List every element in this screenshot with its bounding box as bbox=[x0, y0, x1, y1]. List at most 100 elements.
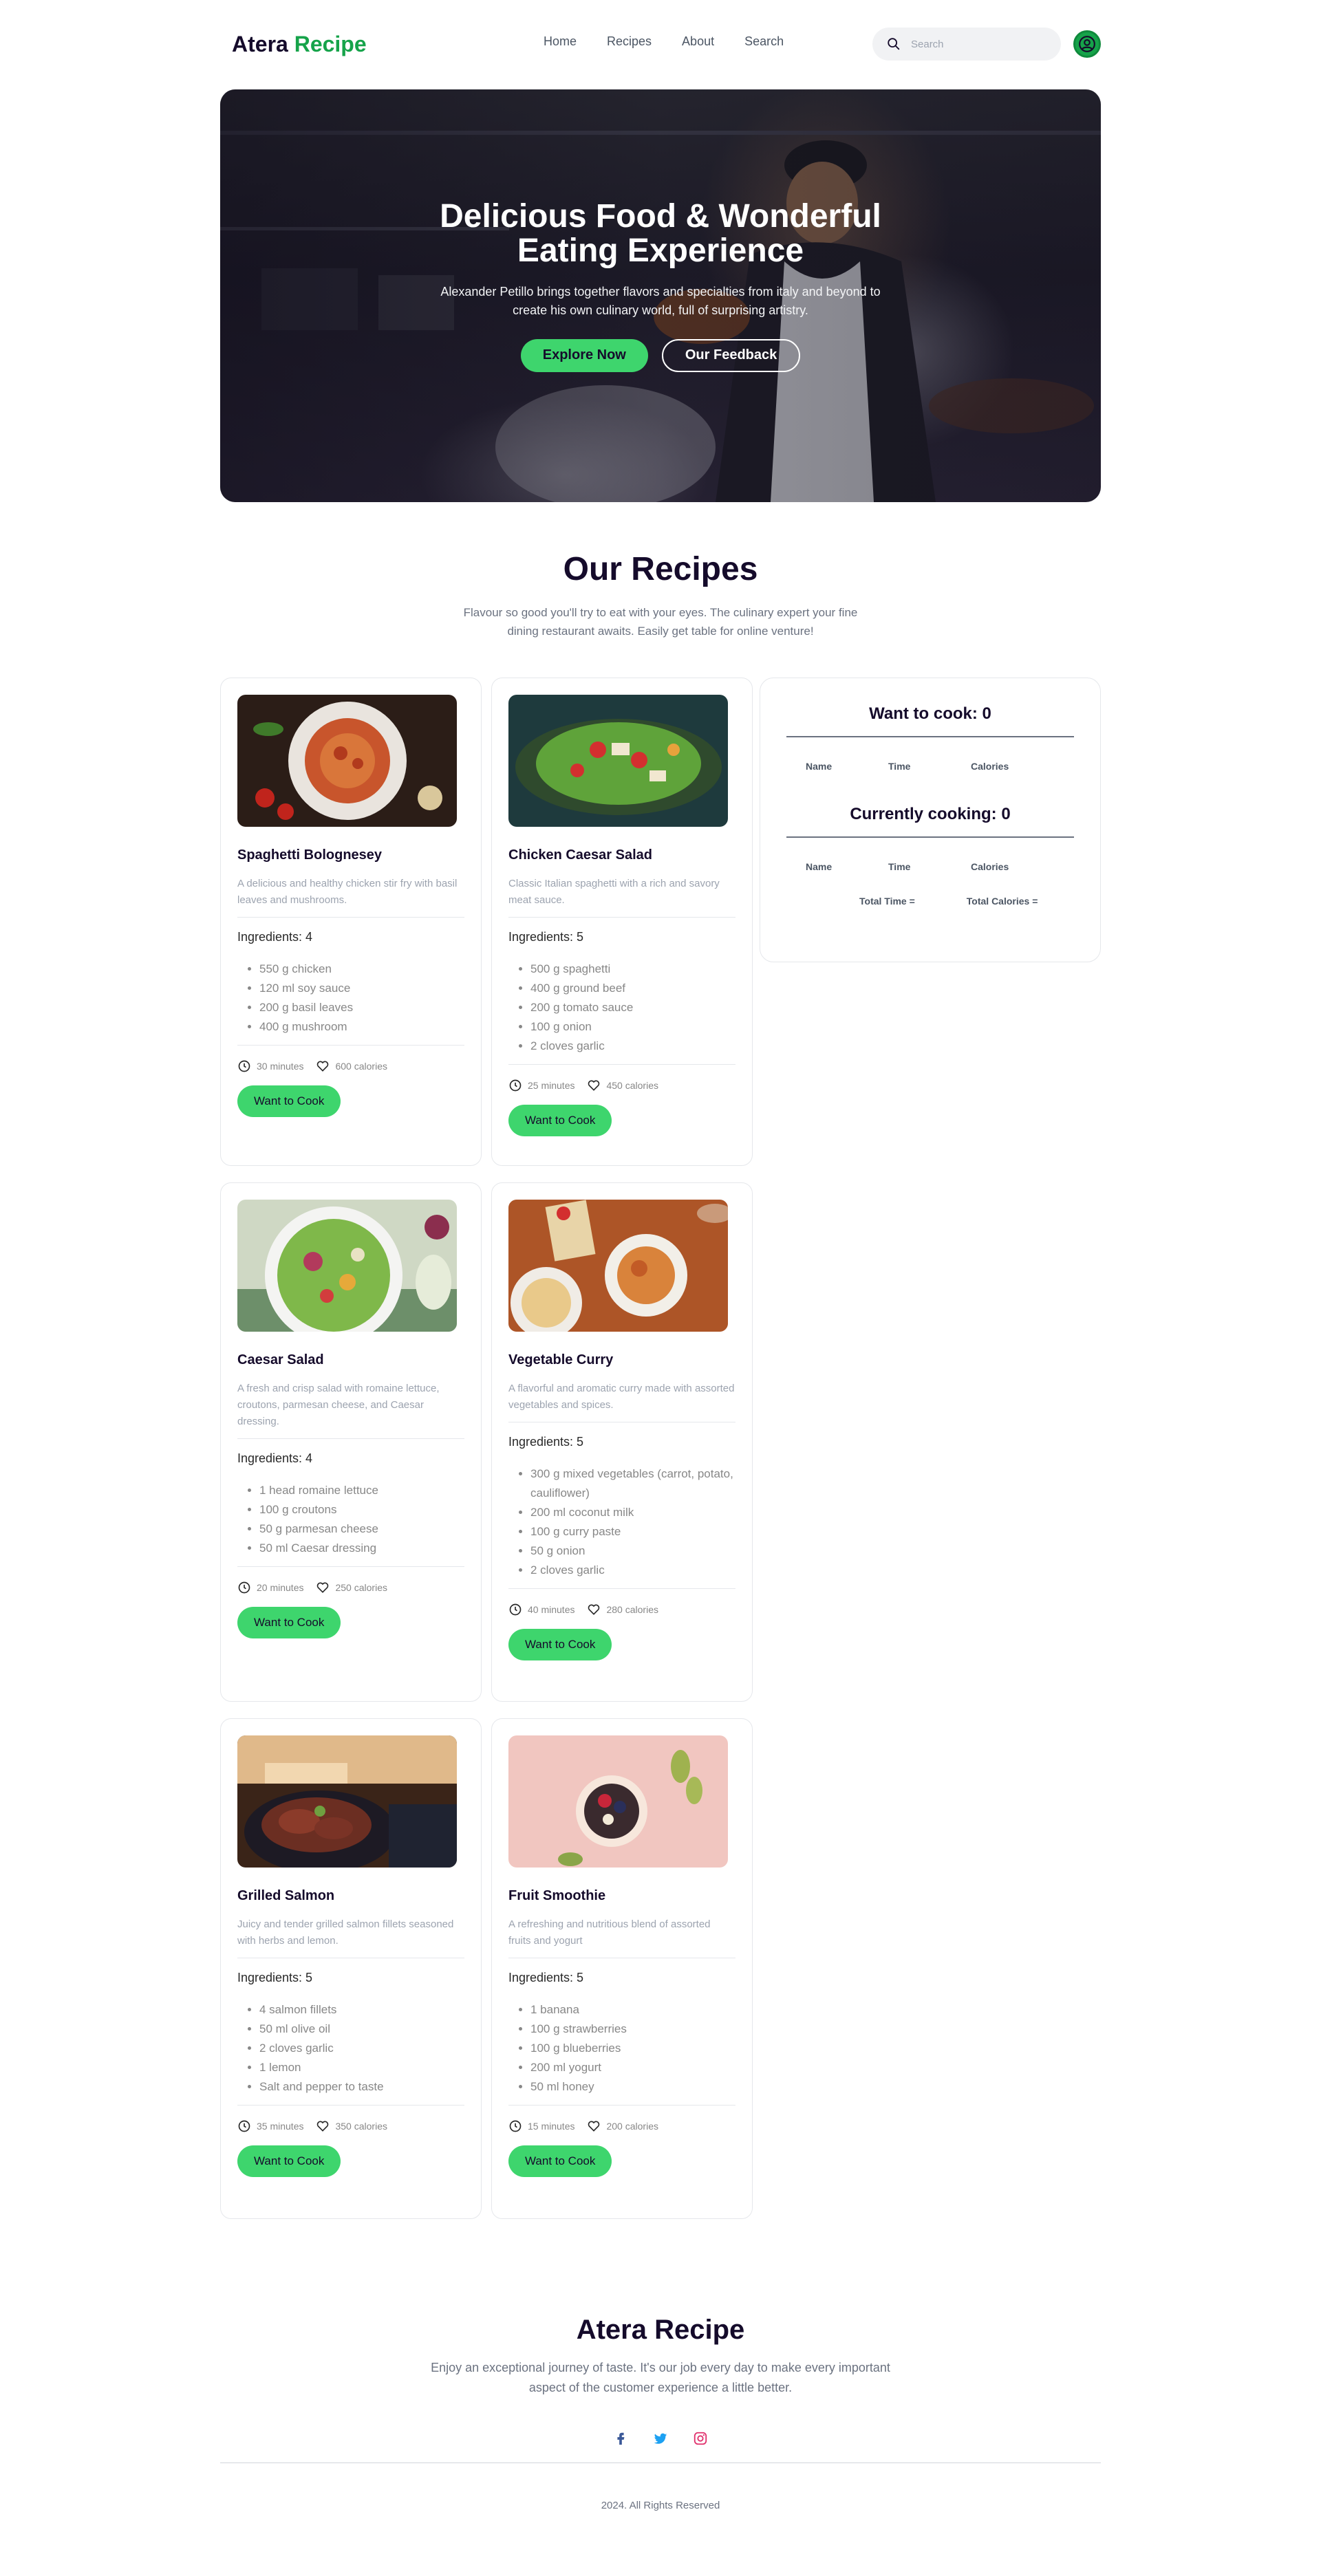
user-avatar[interactable] bbox=[1073, 30, 1101, 58]
recipe-card: Spaghetti Bolognesey A delicious and hea… bbox=[220, 678, 482, 1166]
recipe-time: 15 minutes bbox=[508, 2119, 574, 2133]
recipes-title: Our Recipes bbox=[563, 551, 758, 587]
ingredients-count: Ingredients: 5 bbox=[237, 1971, 313, 1984]
ingredient-item: 400 g ground beef bbox=[530, 979, 735, 998]
col-name: Name bbox=[806, 761, 833, 772]
footer-text: Enjoy an exceptional journey of taste. I… bbox=[431, 2361, 890, 2394]
recipe-description: A refreshing and nutritious blend of ass… bbox=[508, 1916, 735, 1958]
total-calories: Total Calories = bbox=[966, 896, 1038, 907]
recipe-description: A fresh and crisp salad with romaine let… bbox=[237, 1381, 464, 1439]
ingredients-list: 550 g chicken 120 ml soy sauce 200 g bas… bbox=[237, 960, 464, 1046]
ingredient-item: 1 banana bbox=[530, 2000, 735, 2020]
ingredient-item: 550 g chicken bbox=[259, 960, 464, 979]
recipe-calories-text: 450 calories bbox=[606, 1080, 658, 1091]
ingredient-item: 200 g basil leaves bbox=[259, 998, 464, 1017]
ingredient-item: 50 ml honey bbox=[530, 2077, 735, 2097]
recipe-calories-text: 250 calories bbox=[335, 1582, 387, 1593]
copyright-text: 2024. All Rights Reserved bbox=[601, 2499, 720, 2511]
ingredient-item: 50 g parmesan cheese bbox=[259, 1519, 464, 1539]
recipe-meta: 35 minutes 350 calories bbox=[237, 2119, 464, 2133]
ingredient-item: 100 g curry paste bbox=[530, 1522, 735, 1541]
recipe-description: Juicy and tender grilled salmon fillets … bbox=[237, 1916, 464, 1958]
recipe-calories: 600 calories bbox=[316, 1059, 387, 1073]
ingredient-item: 2 cloves garlic bbox=[530, 1037, 735, 1056]
ingredients-list: 1 head romaine lettuce 100 g croutons 50… bbox=[237, 1481, 464, 1567]
instagram-icon[interactable] bbox=[693, 2431, 708, 2446]
ingredients-count: Ingredients: 4 bbox=[237, 1451, 313, 1465]
heart-icon bbox=[588, 2121, 600, 2132]
want-to-cook-button[interactable]: Want to Cook bbox=[508, 1105, 612, 1136]
recipe-calories: 200 calories bbox=[587, 2119, 658, 2133]
nav-right bbox=[872, 28, 1101, 61]
recipe-title: Grilled Salmon bbox=[237, 1888, 335, 1903]
recipe-image bbox=[237, 695, 457, 827]
want-to-cook-button[interactable]: Want to Cook bbox=[237, 1607, 341, 1638]
nav-link-about[interactable]: About bbox=[682, 34, 714, 49]
ingredients-list: 500 g spaghetti 400 g ground beef 200 g … bbox=[508, 960, 735, 1065]
recipes-section-header: Our Recipes Flavour so good you'll try t… bbox=[220, 550, 1101, 640]
want-to-cook-button[interactable]: Want to Cook bbox=[237, 1085, 341, 1117]
recipe-title: Caesar Salad bbox=[237, 1352, 324, 1367]
recipe-meta: 30 minutes 600 calories bbox=[237, 1059, 464, 1073]
recipe-description: A flavorful and aromatic curry made with… bbox=[508, 1381, 735, 1422]
explore-now-button[interactable]: Explore Now bbox=[520, 338, 648, 372]
ingredient-item: 200 g tomato sauce bbox=[530, 998, 735, 1017]
recipes-subtitle: Flavour so good you'll try to eat with y… bbox=[463, 606, 858, 638]
recipe-card: Vegetable Curry A flavorful and aromatic… bbox=[491, 1182, 753, 1702]
heart-icon bbox=[317, 2121, 329, 2132]
ingredient-item: 100 g blueberries bbox=[530, 2039, 735, 2058]
nav-menu: Home Recipes About Search bbox=[544, 34, 784, 49]
search-input[interactable] bbox=[911, 38, 1042, 50]
recipe-time: 20 minutes bbox=[237, 1581, 303, 1594]
recipe-card: Caesar Salad A fresh and crisp salad wit… bbox=[220, 1182, 482, 1702]
ingredient-item: 50 ml olive oil bbox=[259, 2020, 464, 2039]
recipe-calories-text: 280 calories bbox=[606, 1604, 658, 1615]
want-to-cook-button[interactable]: Want to Cook bbox=[508, 2145, 612, 2177]
currently-cooking-table-header: Name Time Calories bbox=[786, 861, 1074, 872]
ingredients-list: 4 salmon fillets 50 ml olive oil 2 clove… bbox=[237, 2000, 464, 2106]
nav-link-recipes[interactable]: Recipes bbox=[607, 34, 652, 49]
site-logo[interactable]: Atera Recipe bbox=[232, 32, 367, 57]
nav-link-search[interactable]: Search bbox=[744, 34, 784, 49]
top-nav: Atera Recipe Home Recipes About Search bbox=[220, 0, 1101, 88]
hero-banner: Delicious Food & Wonderful Eating Experi… bbox=[220, 89, 1101, 502]
recipe-description: A delicious and healthy chicken stir fry… bbox=[237, 876, 464, 918]
recipe-calories: 250 calories bbox=[316, 1581, 387, 1594]
recipe-image bbox=[508, 695, 728, 827]
nav-link-home[interactable]: Home bbox=[544, 34, 577, 49]
recipe-calories-text: 200 calories bbox=[606, 2121, 658, 2132]
recipe-calories: 280 calories bbox=[587, 1603, 658, 1616]
recipe-meta: 15 minutes 200 calories bbox=[508, 2119, 735, 2133]
ingredient-item: 50 g onion bbox=[530, 1541, 735, 1561]
ingredient-item: 100 g onion bbox=[530, 1017, 735, 1037]
heart-icon bbox=[317, 1061, 329, 1072]
ingredient-item: 2 cloves garlic bbox=[259, 2039, 464, 2058]
ingredients-count: Ingredients: 4 bbox=[237, 930, 313, 944]
recipe-calories-text: 350 calories bbox=[335, 2121, 387, 2132]
twitter-icon[interactable] bbox=[653, 2431, 668, 2446]
ingredient-item: 300 g mixed vegetables (carrot, potato, … bbox=[530, 1464, 735, 1503]
footer-title: Atera Recipe bbox=[576, 2315, 745, 2345]
recipe-title: Fruit Smoothie bbox=[508, 1888, 606, 1903]
facebook-icon[interactable] bbox=[613, 2431, 628, 2446]
currently-cooking-title: Currently cooking: 0 bbox=[786, 805, 1074, 838]
recipe-meta: 20 minutes 250 calories bbox=[237, 1581, 464, 1594]
search-box[interactable] bbox=[872, 28, 1061, 61]
recipe-time: 40 minutes bbox=[508, 1603, 574, 1616]
recipe-image bbox=[508, 1200, 728, 1332]
want-to-cook-button[interactable]: Want to Cook bbox=[508, 1629, 612, 1660]
ingredient-item: 1 head romaine lettuce bbox=[259, 1481, 464, 1500]
social-links bbox=[220, 2431, 1101, 2446]
want-to-cook-title: Want to cook: 0 bbox=[786, 704, 1074, 737]
logo-accent: Recipe bbox=[294, 31, 367, 56]
want-to-cook-button[interactable]: Want to Cook bbox=[237, 2145, 341, 2177]
heart-icon bbox=[588, 1604, 600, 1615]
heart-icon bbox=[317, 1582, 329, 1593]
recipe-image bbox=[237, 1735, 457, 1868]
our-feedback-button[interactable]: Our Feedback bbox=[661, 338, 801, 372]
hero-buttons: Explore Now Our Feedback bbox=[220, 338, 1101, 372]
col-calories: Calories bbox=[971, 761, 1009, 772]
ingredient-item: 500 g spaghetti bbox=[530, 960, 735, 979]
recipe-image bbox=[237, 1200, 457, 1332]
recipe-time-text: 15 minutes bbox=[528, 2121, 575, 2132]
